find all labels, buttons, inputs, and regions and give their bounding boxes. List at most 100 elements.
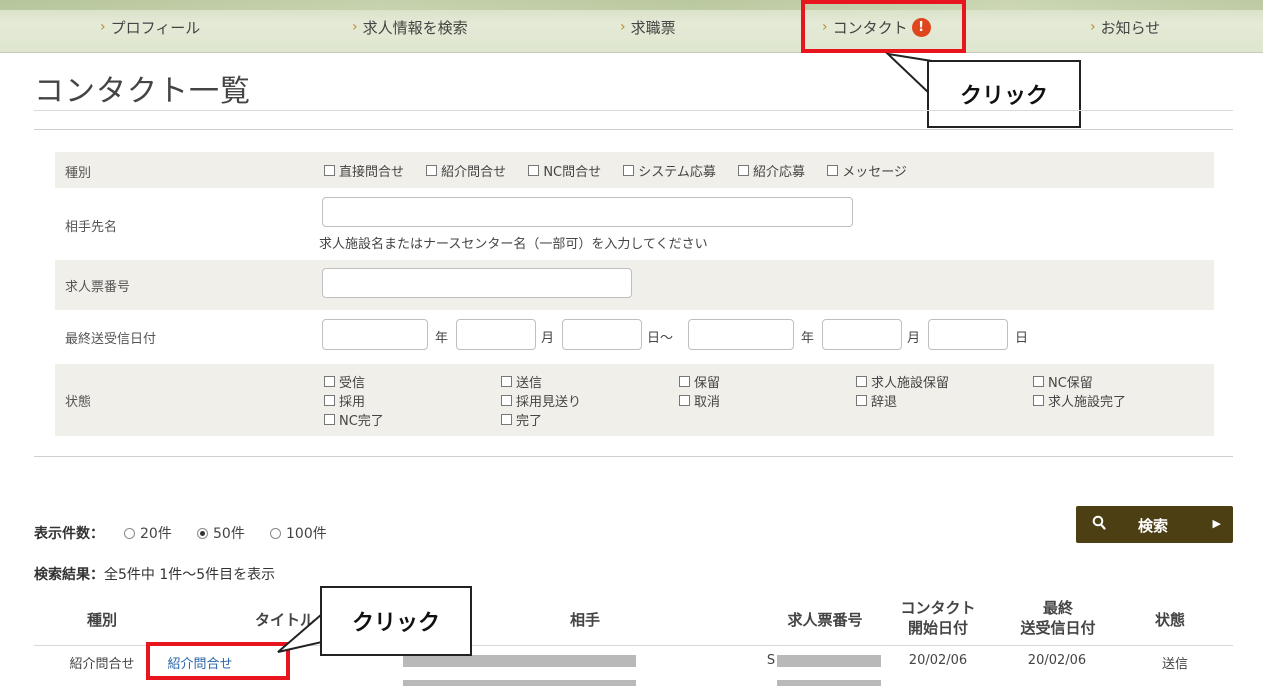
checkbox-cancelled[interactable]: 取消 <box>679 391 720 410</box>
redacted-job-number <box>777 655 881 667</box>
checkbox-box[interactable] <box>324 376 335 387</box>
checkbox-box[interactable] <box>501 376 512 387</box>
checkbox-box[interactable] <box>738 165 750 176</box>
checkbox-hold[interactable]: 保留 <box>679 372 720 391</box>
nav-item-label: お知らせ <box>1100 18 1161 37</box>
from-year-input[interactable] <box>322 319 428 350</box>
nav-item-profile[interactable]: › プロフィール <box>100 16 200 38</box>
checkbox-box[interactable] <box>827 165 839 176</box>
day-unit: 日 <box>1015 331 1029 346</box>
to-month-input[interactable] <box>822 319 902 350</box>
result-summary: 検索結果：全5件中 1件～5件目を表示 <box>34 564 275 584</box>
day-range-separator: 日～ <box>647 331 674 346</box>
chevron-right-icon: › <box>1090 19 1096 35</box>
from-day-input[interactable] <box>562 319 642 350</box>
cell-start-date: 20/02/06 <box>908 653 968 668</box>
redacted-next-row <box>403 680 636 686</box>
radio-100[interactable]: 100件 <box>270 523 327 543</box>
checkbox-box[interactable] <box>324 165 335 176</box>
cell-job-number: S <box>766 653 776 668</box>
display-count-label: 表示件数： <box>34 526 104 542</box>
chevron-right-icon: › <box>352 19 358 35</box>
checkbox-received[interactable]: 受信 <box>324 372 365 391</box>
checkbox-box[interactable] <box>501 414 512 425</box>
field-label: 相手先名 <box>65 220 118 235</box>
checkbox-box[interactable] <box>324 414 335 425</box>
checkbox-box[interactable] <box>856 376 867 387</box>
form-row-status: 状態 受信 送信 保留 求人施設保留 NC保留 採用 採用見送り 取消 辞退 求… <box>55 364 1214 436</box>
partner-name-input[interactable] <box>322 197 853 227</box>
form-row-job-number: 求人票番号 <box>55 260 1214 310</box>
highlight-box-contact <box>801 0 966 53</box>
radio-20[interactable]: 20件 <box>124 523 172 543</box>
nav-item-notice[interactable]: › お知らせ <box>1090 16 1160 38</box>
nav-item-label: 求人情報を検索 <box>362 18 468 37</box>
checkbox-declined[interactable]: 辞退 <box>856 391 897 410</box>
redacted-next-row <box>777 680 881 686</box>
highlight-box-title-link <box>146 642 290 680</box>
checkbox-sent[interactable]: 送信 <box>501 372 542 391</box>
from-month-input[interactable] <box>456 319 536 350</box>
checkbox-complete[interactable]: 完了 <box>501 410 542 429</box>
checkbox-system-application[interactable]: システム応募 <box>623 161 716 180</box>
checkbox-box[interactable] <box>1033 376 1044 387</box>
month-unit: 月 <box>541 331 555 346</box>
col-header-type: 種別 <box>86 611 117 629</box>
checkbox-box[interactable] <box>426 165 438 176</box>
checkbox-box[interactable] <box>1033 395 1044 406</box>
radio-circle-selected[interactable] <box>197 527 208 539</box>
field-label: 求人票番号 <box>65 280 131 295</box>
col-header-contact-start: コンタクト 開始日付 <box>900 599 976 637</box>
job-number-input[interactable] <box>322 268 632 298</box>
checkbox-hired[interactable]: 採用 <box>324 391 365 410</box>
year-unit: 年 <box>435 331 449 346</box>
redacted-partner <box>403 655 636 667</box>
checkbox-direct-inquiry[interactable]: 直接問合せ <box>324 161 404 180</box>
nav-item-job-search[interactable]: › 求人情報を検索 <box>352 16 468 38</box>
checkbox-referral-application[interactable]: 紹介応募 <box>738 161 805 180</box>
radio-circle[interactable] <box>124 527 135 539</box>
nav-item-label: プロフィール <box>110 18 201 37</box>
page-title: コンタクト一覧 <box>34 74 251 109</box>
col-header-partner: 相手 <box>569 611 600 629</box>
field-label: 最終送受信日付 <box>65 332 157 347</box>
checkbox-nc-complete[interactable]: NC完了 <box>324 410 384 429</box>
checkbox-box[interactable] <box>856 395 867 406</box>
cell-status: 送信 <box>1161 657 1188 672</box>
checkbox-box[interactable] <box>324 395 335 406</box>
checkbox-facility-complete[interactable]: 求人施設完了 <box>1033 391 1126 410</box>
checkbox-box[interactable] <box>679 395 690 406</box>
year-unit: 年 <box>801 331 815 346</box>
to-year-input[interactable] <box>688 319 794 350</box>
search-icon <box>1092 515 1106 535</box>
chevron-right-icon: › <box>620 19 626 35</box>
top-nav: › プロフィール › 求人情報を検索 › 求職票 › コンタクト ! › お知ら… <box>0 0 1263 53</box>
divider <box>34 129 1233 130</box>
triangle-right-icon: ▶ <box>1212 517 1221 530</box>
form-row-partner: 相手先名 求人施設名またはナースセンター名（一部可）を入力してください <box>55 190 1214 258</box>
checkbox-box[interactable] <box>679 376 690 387</box>
checkbox-box[interactable] <box>501 395 512 406</box>
search-button[interactable]: 検索 ▶ <box>1076 506 1233 543</box>
callout-nav-click: クリック <box>927 60 1081 128</box>
radio-50[interactable]: 50件 <box>197 523 245 543</box>
col-header-last-date: 最終 送受信日付 <box>1020 599 1096 637</box>
form-row-type: 種別 直接問合せ 紹介問合せ NC問合せ システム応募 紹介応募 メッセージ <box>55 152 1214 188</box>
radio-circle[interactable] <box>270 527 281 539</box>
col-header-job-number: 求人票番号 <box>787 611 863 629</box>
field-label: 状態 <box>65 395 92 410</box>
cell-type: 紹介問合せ <box>69 657 135 672</box>
divider <box>34 110 1233 111</box>
checkbox-nc-hold[interactable]: NC保留 <box>1033 372 1093 391</box>
checkbox-referral-inquiry[interactable]: 紹介問合せ <box>426 161 506 180</box>
nav-item-job-application[interactable]: › 求職票 <box>620 16 676 38</box>
divider <box>34 456 1233 457</box>
checkbox-nc-inquiry[interactable]: NC問合せ <box>528 161 601 180</box>
col-header-status: 状態 <box>1154 611 1185 629</box>
to-day-input[interactable] <box>928 319 1008 350</box>
checkbox-not-hired[interactable]: 採用見送り <box>501 391 581 410</box>
checkbox-box[interactable] <box>623 165 635 176</box>
checkbox-box[interactable] <box>528 165 540 176</box>
checkbox-facility-hold[interactable]: 求人施設保留 <box>856 372 949 391</box>
checkbox-message[interactable]: メッセージ <box>827 161 907 180</box>
